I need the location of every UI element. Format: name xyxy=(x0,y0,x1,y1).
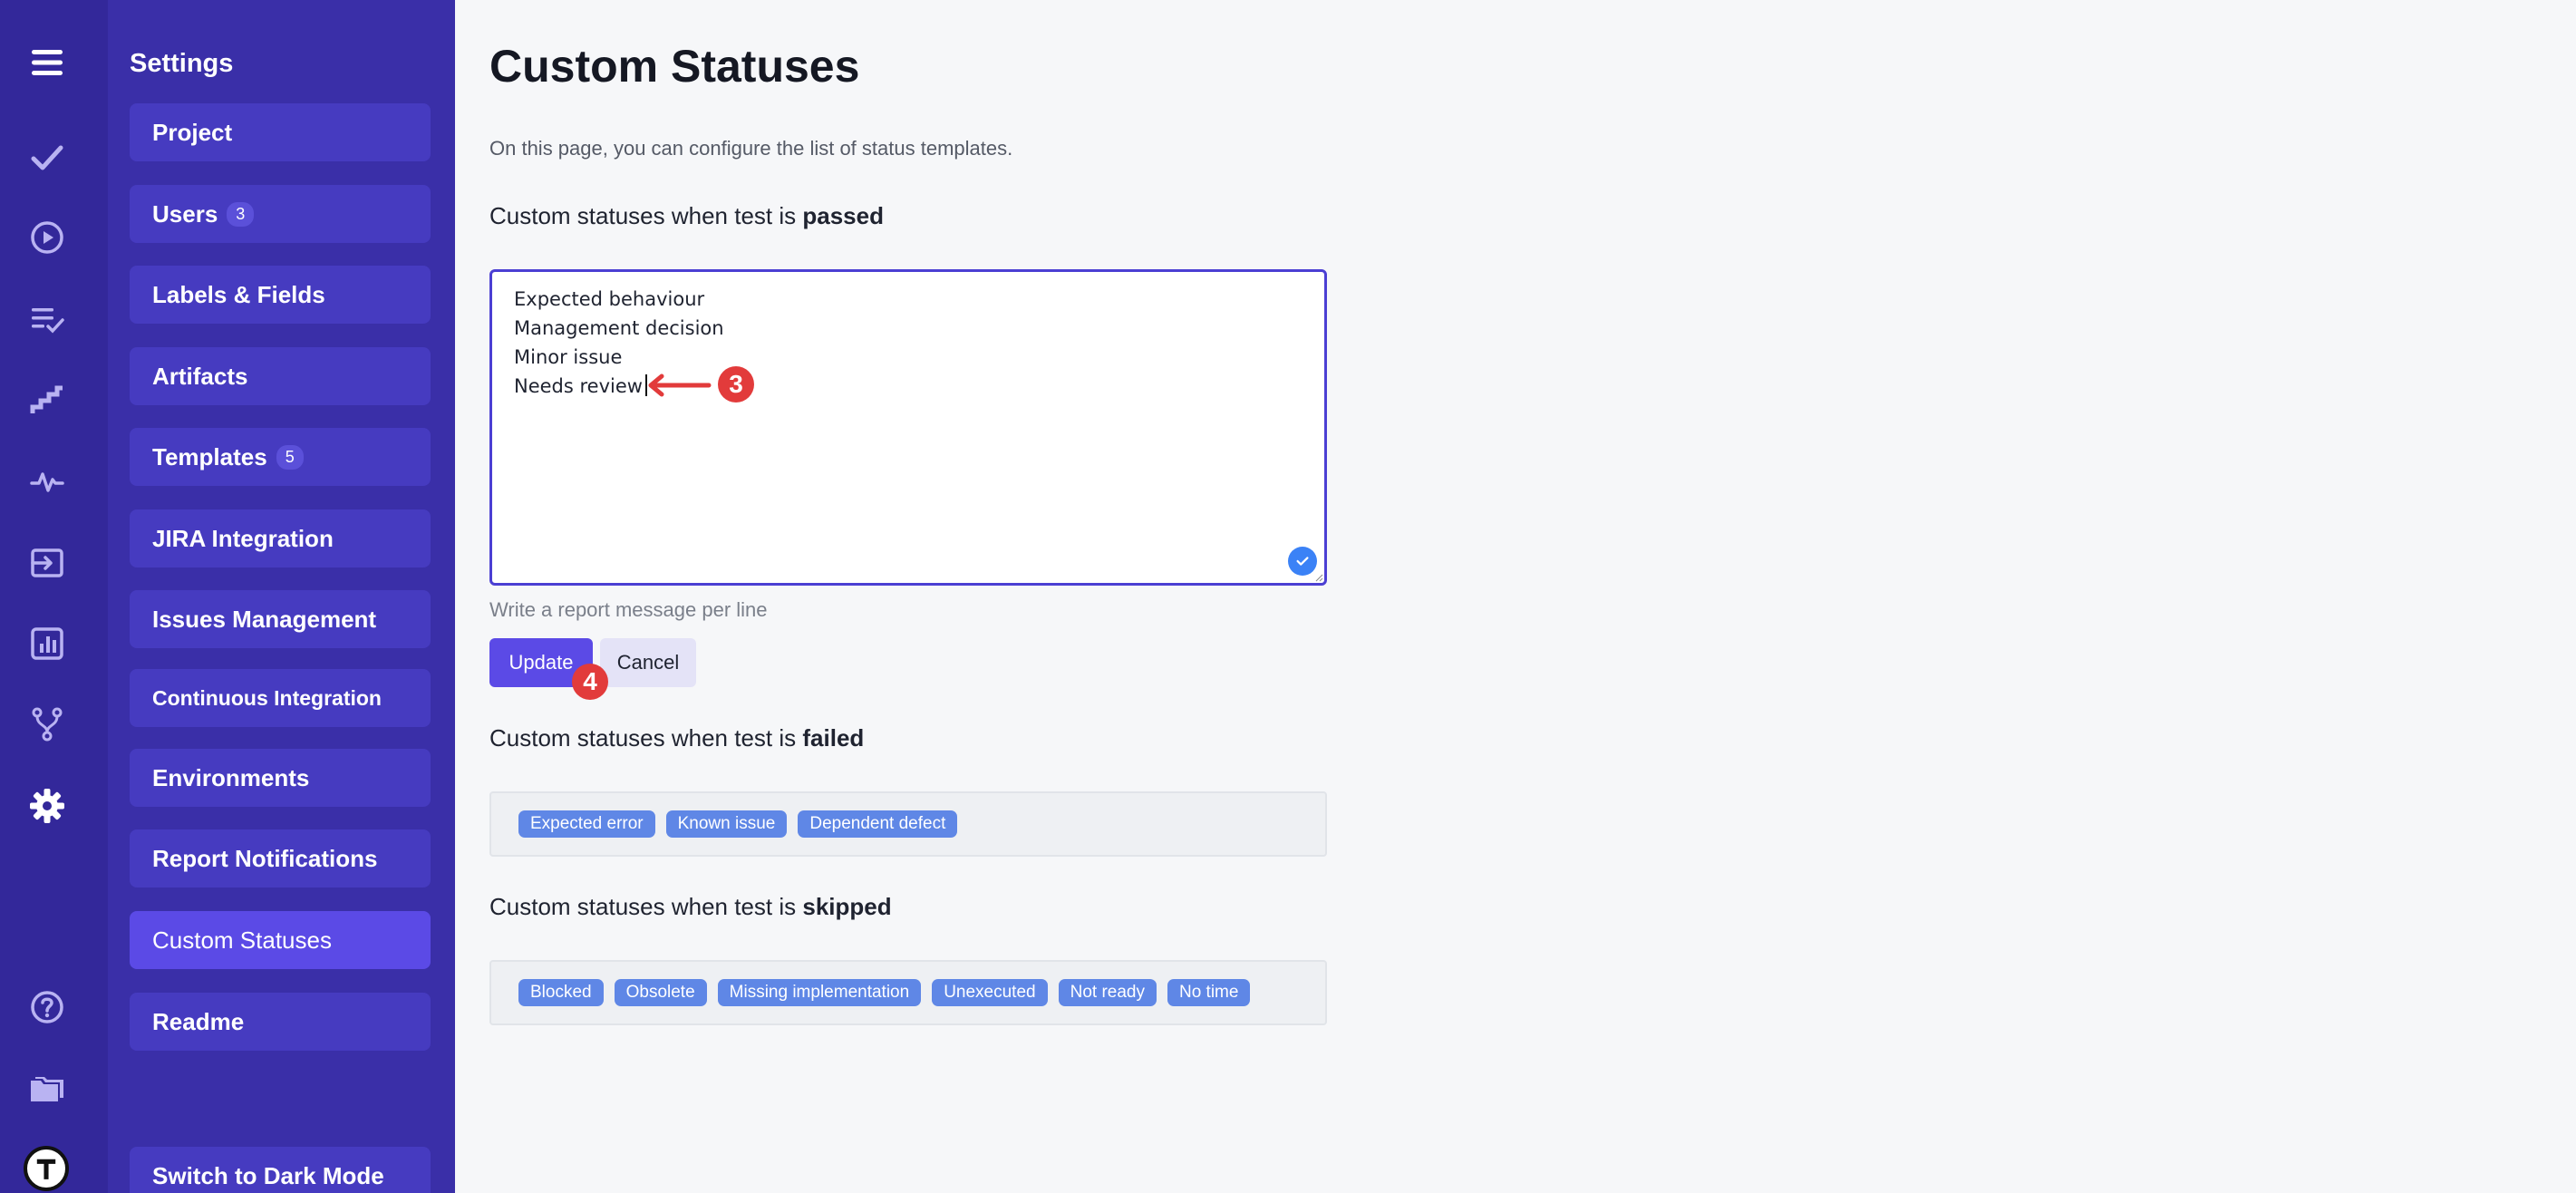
play-icon[interactable] xyxy=(22,212,73,263)
textarea-line: Minor issue xyxy=(514,346,623,368)
sidebar-item-readme[interactable]: Readme xyxy=(130,993,431,1051)
section-heading-status: skipped xyxy=(802,893,892,920)
section-heading-status: failed xyxy=(802,724,865,752)
sidebar-item-labels-fields[interactable]: Labels & Fields xyxy=(130,266,431,324)
sidebar-item-label: Report Notifications xyxy=(152,844,378,872)
logo-icon[interactable] xyxy=(24,1146,69,1191)
status-tag: Not ready xyxy=(1058,979,1157,1006)
passed-statuses-textarea[interactable]: Expected behaviour Management decision M… xyxy=(489,269,1327,586)
sidebar-item-environments[interactable]: Environments xyxy=(130,749,431,807)
page-description: On this page, you can configure the list… xyxy=(489,137,1013,160)
gear-icon[interactable] xyxy=(22,781,73,831)
sidebar-item-label: JIRA Integration xyxy=(152,524,334,552)
textarea-line-text: Needs review xyxy=(514,375,643,397)
resize-grip-icon[interactable] xyxy=(1314,573,1323,582)
sidebar-item-label: Templates xyxy=(152,442,267,470)
annotation-arrow-icon xyxy=(648,373,712,397)
skipped-statuses-box[interactable]: Blocked Obsolete Missing implementation … xyxy=(489,960,1327,1025)
sidebar-item-label: Artifacts xyxy=(152,362,248,390)
help-icon[interactable] xyxy=(22,982,73,1033)
import-icon[interactable] xyxy=(22,538,73,588)
section-heading-status: passed xyxy=(802,202,884,229)
sidebar-item-label: Issues Management xyxy=(152,605,377,633)
stairs-icon[interactable] xyxy=(22,375,73,426)
sidebar-item-issues-management[interactable]: Issues Management xyxy=(130,590,431,648)
cancel-button[interactable]: Cancel xyxy=(600,638,696,687)
sidebar-item-label: Custom Statuses xyxy=(152,926,332,954)
section-heading-prefix: Custom statuses when test is xyxy=(489,202,797,229)
textarea-line: Expected behaviour xyxy=(514,288,705,310)
dark-mode-label: Switch to Dark Mode xyxy=(152,1161,384,1189)
icon-rail xyxy=(0,0,108,1193)
failed-statuses-box[interactable]: Expected error Known issue Dependent def… xyxy=(489,791,1327,857)
main-content: Custom Statuses On this page, you can co… xyxy=(455,0,2576,1193)
section-heading-prefix: Custom statuses when test is xyxy=(489,724,797,752)
status-tag: Expected error xyxy=(518,810,655,838)
textarea-hint: Write a report message per line xyxy=(489,598,768,621)
sidebar-item-label: Labels & Fields xyxy=(152,280,325,308)
page-title: Custom Statuses xyxy=(489,41,860,92)
sidebar-item-label: Environments xyxy=(152,763,310,791)
count-badge: 3 xyxy=(227,201,255,227)
annotation-marker: 4 xyxy=(572,664,608,700)
sidebar-title: Settings xyxy=(130,49,234,78)
status-tag: Dependent defect xyxy=(798,810,958,838)
status-tag: Blocked xyxy=(518,979,604,1006)
checkmark-icon xyxy=(1288,547,1317,576)
status-tag: Known issue xyxy=(665,810,788,838)
sidebar-item-continuous-integration[interactable]: Continuous Integration xyxy=(130,669,431,727)
status-tag: Missing implementation xyxy=(717,979,922,1006)
sidebar-item-custom-statuses[interactable]: Custom Statuses xyxy=(130,911,431,969)
list-check-icon[interactable] xyxy=(22,294,73,344)
section-heading-prefix: Custom statuses when test is xyxy=(489,893,797,920)
count-badge: 5 xyxy=(276,444,304,470)
sidebar-item-label: Readme xyxy=(152,1007,245,1035)
sidebar-item-artifacts[interactable]: Artifacts xyxy=(130,347,431,405)
pulse-icon[interactable] xyxy=(22,456,73,507)
dark-mode-toggle[interactable]: Switch to Dark Mode xyxy=(130,1147,431,1193)
passed-section-heading: Custom statuses when test is passed xyxy=(489,202,884,230)
sidebar-item-users[interactable]: Users 3 xyxy=(130,185,431,243)
check-icon[interactable] xyxy=(22,132,73,183)
chart-icon[interactable] xyxy=(22,618,73,669)
folder-icon[interactable] xyxy=(22,1064,73,1115)
sidebar-item-templates[interactable]: Templates 5 xyxy=(130,428,431,486)
status-tag: Unexecuted xyxy=(932,979,1048,1006)
failed-section-heading: Custom statuses when test is failed xyxy=(489,724,864,752)
status-tag: No time xyxy=(1167,979,1251,1006)
settings-sidebar: Settings Project Users 3 Labels & Fields… xyxy=(108,0,455,1193)
sidebar-item-label: Continuous Integration xyxy=(152,685,382,710)
textarea-line: Management decision xyxy=(514,317,724,339)
sidebar-item-label: Project xyxy=(152,118,233,146)
branch-icon[interactable] xyxy=(22,699,73,750)
skipped-section-heading: Custom statuses when test is skipped xyxy=(489,893,892,921)
menu-icon[interactable] xyxy=(22,37,73,88)
status-tag: Obsolete xyxy=(614,979,707,1006)
sidebar-item-project[interactable]: Project xyxy=(130,103,431,161)
sidebar-item-label: Users xyxy=(152,199,218,228)
annotation-marker: 3 xyxy=(718,366,754,403)
textarea-line-current: Needs review xyxy=(514,372,1303,401)
sidebar-item-report-notifications[interactable]: Report Notifications xyxy=(130,829,431,887)
sidebar-item-jira-integration[interactable]: JIRA Integration xyxy=(130,509,431,567)
